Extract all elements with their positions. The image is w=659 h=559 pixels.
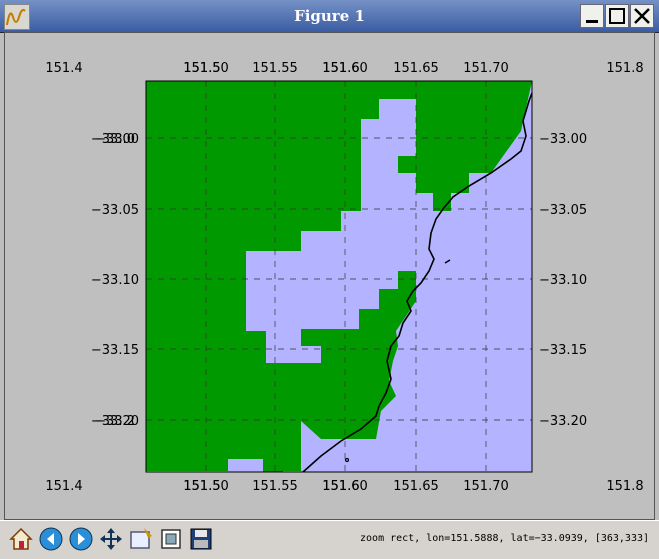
lon-tick-label: 151.8 (606, 61, 643, 76)
lat-tick-label: −33.05 (91, 203, 139, 218)
status-readout: zoom rect, lon=151.5888, lat=−33.0939, [… (360, 533, 649, 544)
lat-tick-label: −33.2 (95, 414, 135, 429)
lat-tick-label: −33.0 (95, 132, 135, 147)
navigation-toolbar: zoom rect, lon=151.5888, lat=−33.0939, [… (0, 520, 659, 559)
map-figure[interactable]: 151.4 151.8 151.50 151.5 151.55 151.60 1… (5, 33, 656, 521)
pan-icon[interactable] (98, 526, 124, 552)
minimize-icon[interactable] (580, 4, 604, 28)
save-icon[interactable] (188, 526, 214, 552)
home-icon[interactable] (8, 526, 34, 552)
lon-tick-label: 151.65 (393, 479, 439, 494)
lon-tick-label: 151.65 (393, 61, 439, 76)
maximize-icon[interactable] (605, 4, 629, 28)
subplots-icon[interactable] (158, 526, 184, 552)
lon-tick-label: 151.6 (322, 61, 359, 76)
lon-tick-label: 151.5 (183, 479, 220, 494)
lat-tick-label: −33.15 (91, 343, 139, 358)
lon-tick-label: 151.4 (45, 61, 82, 76)
lon-tick-label: 151.4 (45, 479, 82, 494)
lat-tick-label: −33.05 (539, 203, 587, 218)
zoom-rect-icon[interactable] (128, 526, 154, 552)
lat-tick-label: −33.00 (539, 132, 587, 147)
title-bar[interactable]: Figure 1 (0, 0, 659, 33)
lon-tick-label: 151.55 (252, 61, 298, 76)
lon-tick-label: 151.5 (183, 61, 220, 76)
figure-canvas[interactable]: 151.4 151.8 151.50 151.5 151.55 151.60 1… (4, 32, 655, 520)
lat-tick-label: −33.15 (539, 343, 587, 358)
close-icon[interactable] (630, 4, 654, 28)
lat-tick-label: −33.20 (539, 414, 587, 429)
forward-icon[interactable] (68, 526, 94, 552)
lat-tick-label: −33.10 (539, 273, 587, 288)
lon-tick-label: 151.55 (252, 479, 298, 494)
lon-tick-label: 151.70 (463, 61, 509, 76)
land-inlet (228, 459, 263, 472)
lon-tick-label: 151.8 (606, 479, 643, 494)
back-icon[interactable] (38, 526, 64, 552)
land-peninsula (263, 456, 283, 472)
lat-tick-label: −33.10 (91, 273, 139, 288)
lon-tick-label: 151.70 (463, 479, 509, 494)
window-title: Figure 1 (294, 7, 365, 25)
lon-tick-label: 151.6 (322, 479, 359, 494)
